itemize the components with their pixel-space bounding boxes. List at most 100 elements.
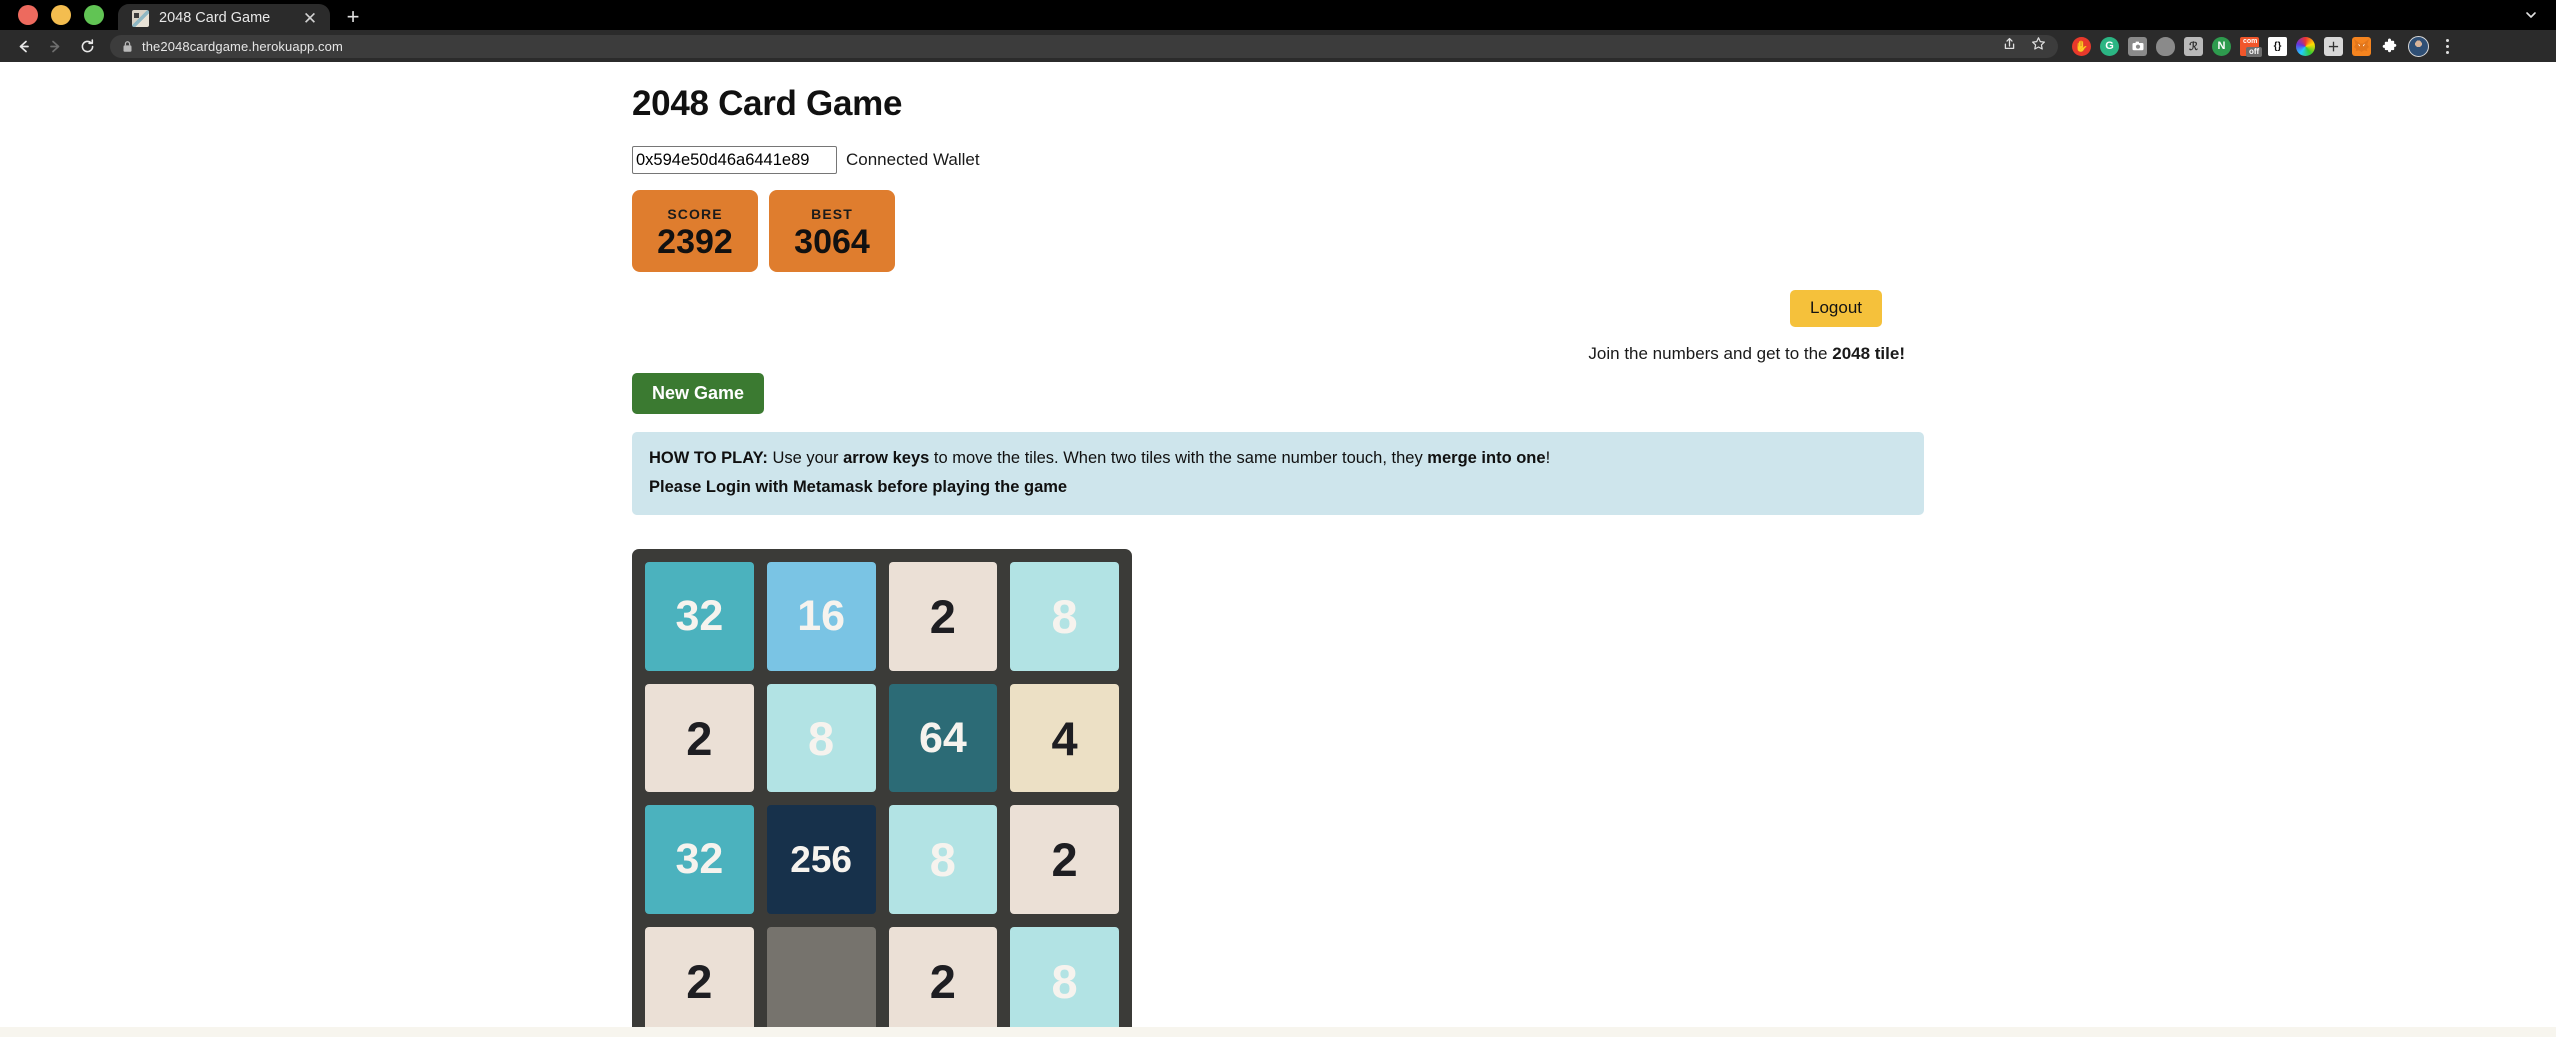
- score-panel: SCORE 2392 BEST 3064: [632, 190, 1924, 272]
- board-tile-8: 8: [1010, 927, 1119, 1036]
- browser-toolbar: the2048cardgame.herokuapp.com G ℛ N com: [0, 30, 2556, 62]
- notion-extension-icon[interactable]: N: [2212, 36, 2231, 56]
- tagline: Join the numbers and get to the 2048 til…: [632, 344, 1924, 364]
- chrome-menu-kebab[interactable]: [2438, 36, 2456, 56]
- board-tile-32: 32: [645, 805, 754, 915]
- browser-window: 2048 Card Game ✕ + the2048cardgame.herok…: [0, 0, 2556, 1037]
- tile-value: 32: [675, 835, 724, 884]
- tile-value: 8: [929, 833, 956, 887]
- json-viewer-extension-icon[interactable]: {}: [2268, 36, 2287, 56]
- metamask-login-notice: Please Login with Metamask before playin…: [649, 478, 1068, 497]
- address-bar[interactable]: the2048cardgame.herokuapp.com: [110, 34, 2058, 58]
- close-icon[interactable]: ✕: [300, 8, 320, 28]
- extension-icons: G ℛ N com off {} ＋: [2068, 35, 2456, 57]
- bookmark-star-icon[interactable]: [2031, 36, 2046, 56]
- howto-merge: merge into one: [1427, 449, 1546, 468]
- howto-1a: Use your: [767, 449, 844, 468]
- logout-row: Logout: [632, 290, 1924, 327]
- board-tile-2: 2: [888, 561, 998, 671]
- forward-button[interactable]: [40, 32, 70, 60]
- tab-strip: 2048 Card Game ✕ +: [0, 0, 2556, 32]
- tile-value: 8: [1051, 589, 1078, 643]
- page-viewport: 2048 Card Game Connected Wallet SCORE 23…: [0, 62, 2556, 1037]
- best-label: BEST: [811, 205, 853, 222]
- tile-value: 32: [675, 591, 724, 640]
- extensions-puzzle-icon[interactable]: [2380, 37, 2399, 56]
- tab-strip-right: [2522, 0, 2556, 30]
- page-content: 2048 Card Game Connected Wallet SCORE 23…: [0, 62, 2556, 1037]
- content-container: 2048 Card Game Connected Wallet SCORE 23…: [632, 62, 1924, 1037]
- color-picker-extension-icon[interactable]: [2296, 36, 2315, 56]
- wallet-address-input[interactable]: [632, 146, 837, 174]
- tile-value: 2: [929, 589, 956, 643]
- window-minimize-button[interactable]: [51, 5, 71, 25]
- com-extension-icon[interactable]: com off: [2240, 36, 2263, 57]
- window-traffic-lights: [14, 0, 118, 30]
- game-board-wrapper: 32 16 2 8 2 8 64 4 32 256 8 2 2 2 8: [632, 548, 1924, 1037]
- game-board[interactable]: 32 16 2 8 2 8 64 4 32 256 8 2 2 2 8: [632, 548, 1132, 1037]
- tile-value: 256: [790, 839, 852, 881]
- profile-avatar[interactable]: [2408, 35, 2429, 57]
- tile-value: 64: [918, 713, 967, 762]
- shield-adblock-extension-icon[interactable]: [2156, 36, 2175, 56]
- extension-off-badge: off: [2246, 46, 2263, 57]
- omnibox-actions: [2002, 36, 2046, 56]
- tile-value: 16: [797, 591, 846, 640]
- screenshot-camera-extension-icon[interactable]: [2128, 36, 2147, 56]
- score-box-current: SCORE 2392: [632, 190, 758, 272]
- reload-button[interactable]: [72, 32, 102, 60]
- lock-icon: [122, 40, 133, 53]
- board-tile-64: 64: [888, 683, 998, 793]
- rabby-wallet-extension-icon[interactable]: ℛ: [2184, 36, 2203, 56]
- howto-1e: !: [1545, 449, 1551, 468]
- url-text: the2048cardgame.herokuapp.com: [142, 38, 343, 54]
- stop-hand-extension-icon[interactable]: [2072, 36, 2091, 56]
- tile-value: 8: [808, 711, 835, 765]
- board-tile-16: 16: [766, 561, 876, 671]
- metamask-fox-extension-icon[interactable]: [2352, 36, 2371, 56]
- browser-tab-2048-card-game[interactable]: 2048 Card Game ✕: [118, 4, 330, 32]
- how-to-play-line-1: HOW TO PLAY: Use your arrow keys to move…: [649, 445, 1907, 472]
- board-tile-4: 4: [1010, 683, 1119, 793]
- board-tile-8: 8: [766, 683, 876, 793]
- tagline-prefix: Join the numbers and get to the: [1588, 343, 1833, 363]
- score-label: SCORE: [667, 205, 723, 222]
- board-tile-256: 256: [766, 805, 876, 915]
- window-maximize-button[interactable]: [84, 5, 104, 25]
- new-game-row: New Game: [632, 372, 1924, 415]
- tile-value: 2: [686, 711, 713, 765]
- new-tab-button[interactable]: +: [336, 3, 370, 31]
- howto-1c: to move the tiles. When two tiles with t…: [929, 449, 1428, 468]
- connected-wallet-label: Connected Wallet: [846, 150, 980, 169]
- chevron-down-icon[interactable]: [2522, 6, 2540, 24]
- board-cell-empty: [766, 927, 876, 1036]
- board-tile-2: 2: [888, 927, 998, 1036]
- best-value: 3064: [794, 222, 870, 261]
- share-icon[interactable]: [2002, 36, 2017, 56]
- tile-value: 4: [1051, 711, 1078, 765]
- tile-value: 2: [929, 955, 956, 1009]
- how-to-play-heading: HOW TO PLAY:: [649, 449, 768, 468]
- wallet-row: Connected Wallet: [632, 146, 1924, 174]
- new-game-button[interactable]: New Game: [632, 372, 765, 415]
- score-box-best: BEST 3064: [769, 190, 895, 272]
- window-close-button[interactable]: [18, 5, 38, 25]
- grammarly-extension-icon[interactable]: G: [2100, 36, 2119, 56]
- tile-value: 8: [1051, 955, 1078, 1009]
- tile-value: 2: [1051, 833, 1078, 887]
- back-button[interactable]: [8, 32, 38, 60]
- board-tile-32: 32: [645, 561, 754, 671]
- add-clipping-extension-icon[interactable]: ＋: [2324, 36, 2343, 56]
- logout-button[interactable]: Logout: [1790, 290, 1882, 327]
- tab-title: 2048 Card Game: [159, 10, 271, 26]
- page-title: 2048 Card Game: [632, 84, 903, 123]
- board-tile-8: 8: [888, 805, 998, 915]
- page-footer-strip: [0, 1026, 2556, 1037]
- board-tile-2: 2: [645, 683, 754, 793]
- board-tile-2: 2: [645, 927, 754, 1036]
- tagline-strong: 2048 tile!: [1832, 343, 1905, 363]
- game-favicon: [132, 9, 149, 27]
- howto-arrow-keys: arrow keys: [843, 449, 930, 468]
- score-value: 2392: [657, 222, 733, 261]
- tile-value: 2: [686, 955, 713, 1009]
